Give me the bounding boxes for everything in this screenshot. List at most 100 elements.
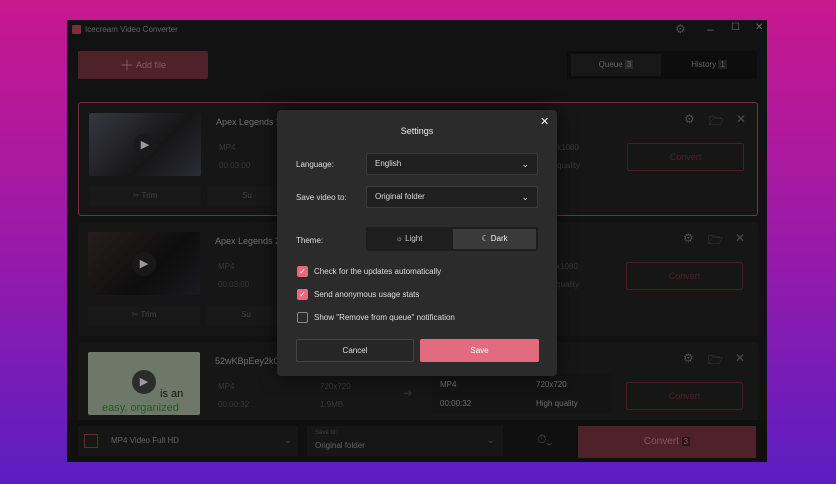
save-video-value: Original folder <box>375 192 425 201</box>
chevron-down-icon: ⌄ <box>521 159 529 169</box>
chevron-down-icon: ⌄ <box>521 192 529 202</box>
video-thumbnail[interactable]: ▶ is an easy, organized <box>88 352 200 415</box>
theme-label: Theme: <box>296 236 324 245</box>
theme-toggle: ☼ Light ☾ Dark <box>366 227 538 251</box>
convert-button[interactable]: Convert <box>627 143 744 171</box>
moon-icon: ☾ <box>481 234 489 243</box>
save-button[interactable]: Save <box>420 339 539 362</box>
output-format[interactable]: MP4 <box>440 380 456 389</box>
title-bar: Icecream Video Converter ⚙ – ☐ ✕ <box>67 20 767 40</box>
theme-light-option[interactable]: ☼ Light <box>368 229 450 249</box>
trim-label: Trim <box>140 310 157 319</box>
input-size: 1.9MB <box>320 400 344 409</box>
output-quality[interactable]: quality <box>557 161 580 170</box>
subtitles-label: Su <box>242 191 252 200</box>
remove-notification-label: Show "Remove from queue" notification <box>314 313 455 322</box>
bottom-bar: MP4 Video Full HD ⌄ Save to: Original fo… <box>67 420 767 462</box>
close-window-button[interactable]: ✕ <box>755 22 763 33</box>
cancel-button[interactable]: Cancel <box>296 339 414 362</box>
dialog-title: Settings <box>400 126 434 136</box>
thumbnail-text: easy, organized <box>102 402 179 414</box>
minimize-button[interactable]: – <box>707 22 714 36</box>
open-folder-icon[interactable]: 🗁 <box>708 231 723 252</box>
item-name: 52wKBpEey2k0 <box>215 356 279 366</box>
remove-notification-checkbox[interactable] <box>297 312 308 323</box>
usage-stats-label: Send anonymous usage stats <box>314 290 420 299</box>
queue-count-badge: 3 <box>624 60 634 69</box>
theme-dark-option[interactable]: ☾ Dark <box>453 229 536 249</box>
language-select[interactable]: English ⌄ <box>366 153 538 175</box>
chevron-down-icon: ⌄ <box>487 435 495 445</box>
input-format: MP4 <box>218 382 235 391</box>
save-video-select[interactable]: Original folder ⌄ <box>366 186 538 208</box>
history-count-badge: 1 <box>718 60 727 69</box>
timer-icon[interactable]: ⏱⌄ <box>537 432 552 447</box>
tab-history[interactable]: History 1 <box>665 54 753 76</box>
queue-history-tabs: Queue 3 History 1 <box>567 51 757 79</box>
subtitles-button[interactable]: Su <box>206 305 286 325</box>
input-duration: 00:03:00 <box>219 161 251 170</box>
play-icon[interactable]: ▶ <box>132 370 156 394</box>
play-icon[interactable]: ▶ <box>132 252 156 276</box>
input-format: MP4 <box>219 143 236 152</box>
convert-button[interactable]: Convert <box>626 262 743 290</box>
arrow-right-icon: ➜ <box>403 386 414 400</box>
tab-queue[interactable]: Queue 3 <box>571 54 661 76</box>
tab-history-label: History <box>691 60 717 69</box>
add-file-button[interactable]: ＋ Add file <box>78 51 208 79</box>
video-thumbnail[interactable]: ▶ <box>89 113 201 176</box>
input-format: MP4 <box>218 262 235 271</box>
maximize-button[interactable]: ☐ <box>731 22 740 33</box>
output-quality[interactable]: High quality <box>536 399 578 408</box>
input-duration: 00:03:00 <box>218 280 250 289</box>
save-to-dropdown[interactable]: Save to: Original folder ⌄ <box>307 426 503 456</box>
output-resolution[interactable]: x1080 <box>557 143 579 152</box>
preset-dropdown[interactable]: MP4 Video Full HD ⌄ <box>78 426 298 456</box>
item-settings-icon[interactable]: ⚙ <box>684 112 695 126</box>
video-thumbnail[interactable]: ▶ <box>88 232 200 295</box>
convert-button[interactable]: Convert <box>626 382 743 410</box>
input-duration: 00:00:32 <box>218 400 250 409</box>
convert-all-button[interactable]: Convert 3 <box>578 426 756 458</box>
check-updates-checkbox[interactable]: ✓ <box>297 266 308 277</box>
language-label: Language: <box>296 160 334 169</box>
convert-all-label: Convert <box>643 436 679 447</box>
item-settings-icon[interactable]: ⚙ <box>683 231 694 245</box>
language-value: English <box>375 159 402 168</box>
trim-button[interactable]: ✂ Trim <box>89 186 201 206</box>
convert-count-badge: 3 <box>681 437 691 446</box>
save-to-value: Original folder <box>315 441 365 450</box>
video-file-icon <box>84 434 98 448</box>
usage-stats-checkbox[interactable]: ✓ <box>297 289 308 300</box>
thumbnail-text: is an <box>160 388 184 400</box>
tab-queue-label: Queue <box>598 60 623 69</box>
trim-button[interactable]: ✂ Trim <box>88 305 200 325</box>
output-resolution[interactable]: 720x720 <box>536 380 567 389</box>
output-quality[interactable]: quality <box>556 280 579 289</box>
open-folder-icon[interactable]: 🗁 <box>708 351 723 372</box>
settings-gear-icon[interactable]: ⚙ <box>675 22 686 36</box>
preset-label: MP4 Video Full HD <box>111 436 179 445</box>
app-logo-icon <box>72 25 81 34</box>
play-icon[interactable]: ▶ <box>133 133 157 157</box>
item-name: Apex Legends 2 <box>216 117 282 127</box>
item-settings-icon[interactable]: ⚙ <box>683 351 694 365</box>
theme-light-label: Light <box>405 234 423 243</box>
close-dialog-icon[interactable]: ✕ <box>540 115 549 128</box>
remove-item-icon[interactable]: ✕ <box>735 231 745 245</box>
plus-icon: ＋ <box>119 57 134 74</box>
sun-icon: ☼ <box>395 234 403 243</box>
settings-dialog: Settings ✕ Language: English ⌄ Save video… <box>277 110 557 376</box>
remove-item-icon[interactable]: ✕ <box>735 351 745 365</box>
trim-label: Trim <box>141 191 158 200</box>
item-name: Apex Legends 2 <box>215 236 281 246</box>
subtitles-button[interactable]: Su <box>207 186 287 206</box>
output-duration: 00:00:32 <box>440 399 472 408</box>
save-video-label: Save video to: <box>296 193 347 202</box>
app-title: Icecream Video Converter <box>85 25 178 34</box>
subtitles-label: Su <box>241 310 251 319</box>
remove-item-icon[interactable]: ✕ <box>736 112 746 126</box>
open-folder-icon[interactable]: 🗁 <box>709 112 724 133</box>
output-resolution[interactable]: x1080 <box>556 262 578 271</box>
theme-dark-label: Dark <box>490 234 508 243</box>
